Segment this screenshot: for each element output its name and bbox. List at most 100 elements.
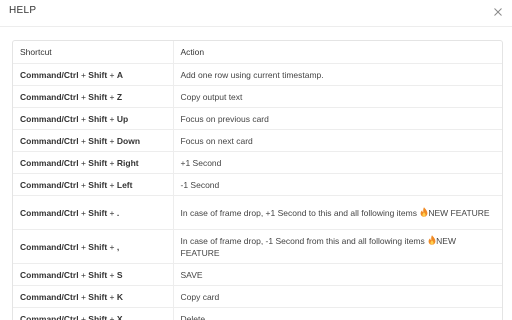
key-separator: + xyxy=(80,157,86,168)
action-cell: SAVE xyxy=(173,263,502,286)
shortcut-key: A xyxy=(116,69,124,80)
shortcut-cell: Command/Ctrl + Shift + K xyxy=(13,285,174,308)
shortcut-key: Shift xyxy=(88,135,108,146)
shortcut-cell: Command/Ctrl + Shift + S xyxy=(13,263,174,286)
key-separator: + xyxy=(80,91,86,102)
shortcut-key: Command/Ctrl xyxy=(20,291,79,302)
action-cell: Copy card xyxy=(173,285,502,308)
shortcut-key: Down xyxy=(116,135,141,146)
table-body: Command/Ctrl + Shift + A Add one row usin… xyxy=(13,63,502,320)
action-text: Focus on previous card xyxy=(180,113,269,124)
key-separator: + xyxy=(80,207,86,218)
shortcut-key: Z xyxy=(116,91,123,102)
table-row: Command/Ctrl + Shift + . In case of frame… xyxy=(13,195,502,230)
key-separator: + xyxy=(80,179,86,190)
shortcut-cell: Command/Ctrl + Shift + Right xyxy=(13,151,174,174)
key-separator: + xyxy=(109,69,115,80)
action-text: In case of frame drop, +1 Second to this… xyxy=(180,207,417,218)
action-cell: Focus on next card xyxy=(173,129,502,152)
table-header-row: Shortcut Action xyxy=(13,41,502,64)
table-row: Command/Ctrl + Shift + X Delete xyxy=(13,307,502,320)
action-cell: Focus on previous card xyxy=(173,107,502,130)
shortcuts-table-container: Shortcut Action Command/Ctrl + Shift + A… xyxy=(12,40,503,320)
shortcut-key: Command/Ctrl xyxy=(20,207,79,218)
key-separator: + xyxy=(80,135,86,146)
dialog-title: HELP xyxy=(9,5,37,16)
action-cell: Copy output text xyxy=(173,85,502,108)
shortcut-key: Shift xyxy=(88,291,108,302)
shortcut-key: K xyxy=(116,291,124,302)
key-separator: + xyxy=(109,241,115,252)
shortcut-key: Shift xyxy=(88,179,108,190)
key-separator: + xyxy=(109,291,115,302)
shortcut-cell: Command/Ctrl + Shift + Z xyxy=(13,85,174,108)
key-separator: + xyxy=(80,69,86,80)
shortcut-cell: Command/Ctrl + Shift + Up xyxy=(13,107,174,130)
shortcut-key: Command/Ctrl xyxy=(20,313,79,320)
key-separator: + xyxy=(109,91,115,102)
fire-icon xyxy=(428,234,436,245)
key-separator: + xyxy=(80,113,86,124)
shortcut-cell: Command/Ctrl + Shift + A xyxy=(13,63,174,86)
shortcut-cell: Command/Ctrl + Shift + Down xyxy=(13,129,174,152)
shortcut-key: X xyxy=(116,313,123,320)
shortcut-key: Command/Ctrl xyxy=(20,241,79,252)
action-text: SAVE xyxy=(180,269,203,280)
shortcut-key: Shift xyxy=(88,241,108,252)
close-icon[interactable] xyxy=(492,6,504,18)
action-cell: Add one row using current timestamp. xyxy=(173,63,502,86)
shortcut-key: Right xyxy=(116,157,139,168)
key-separator: + xyxy=(80,291,86,302)
action-text: Add one row using current timestamp. xyxy=(180,69,324,80)
key-separator: + xyxy=(80,241,86,252)
action-text: Focus on next card xyxy=(180,135,253,146)
key-separator: + xyxy=(109,135,115,146)
shortcuts-table: Shortcut Action Command/Ctrl + Shift + A… xyxy=(13,41,502,320)
table-row: Command/Ctrl + Shift + Up Focus on previo… xyxy=(13,107,502,130)
action-cell: In case of frame drop, +1 Second to this… xyxy=(173,195,502,230)
table-row: Command/Ctrl + Shift + A Add one row usin… xyxy=(13,63,502,86)
action-text: Copy card xyxy=(180,291,220,302)
dialog-header: HELP xyxy=(0,0,512,27)
action-text: +1 Second xyxy=(180,157,222,168)
action-cell: +1 Second xyxy=(173,151,502,174)
shortcut-key: Shift xyxy=(88,207,108,218)
action-cell: In case of frame drop, -1 Second from th… xyxy=(173,229,502,264)
shortcut-key: Up xyxy=(116,113,129,124)
key-separator: + xyxy=(109,179,115,190)
shortcut-key: Command/Ctrl xyxy=(20,113,79,124)
shortcut-key: Shift xyxy=(88,113,108,124)
key-separator: + xyxy=(109,157,115,168)
shortcut-cell: Command/Ctrl + Shift + Left xyxy=(13,173,174,196)
action-text: -1 Second xyxy=(180,179,220,190)
shortcut-cell: Command/Ctrl + Shift + X xyxy=(13,307,174,320)
shortcut-key: Command/Ctrl xyxy=(20,157,79,168)
action-cell: Delete xyxy=(173,307,502,320)
shortcut-key: Command/Ctrl xyxy=(20,91,79,102)
table-row: Command/Ctrl + Shift + Down Focus on next… xyxy=(13,129,502,152)
shortcut-cell: Command/Ctrl + Shift + , xyxy=(13,229,174,264)
table-row: Command/Ctrl + Shift + K Copy card xyxy=(13,285,502,308)
shortcut-key: Command/Ctrl xyxy=(20,135,79,146)
new-feature-badge: NEW FEATURE xyxy=(428,207,490,218)
table-row: Command/Ctrl + Shift + Z Copy output text xyxy=(13,85,502,108)
shortcut-key: Command/Ctrl xyxy=(20,69,79,80)
shortcut-key: Shift xyxy=(88,69,108,80)
table-row: Command/Ctrl + Shift + , In case of frame… xyxy=(13,229,502,264)
key-separator: + xyxy=(109,269,115,280)
key-separator: + xyxy=(109,113,115,124)
action-text: Copy output text xyxy=(180,91,243,102)
key-separator: + xyxy=(109,313,115,320)
key-separator: + xyxy=(80,269,86,280)
key-separator: + xyxy=(109,207,115,218)
shortcut-key: Shift xyxy=(88,91,108,102)
shortcut-key: . xyxy=(116,207,120,218)
shortcut-key: Left xyxy=(116,179,133,190)
shortcut-cell: Command/Ctrl + Shift + . xyxy=(13,195,174,230)
shortcut-key: Shift xyxy=(88,269,108,280)
shortcut-key: , xyxy=(116,241,120,252)
action-text: Delete xyxy=(180,313,206,320)
key-separator: + xyxy=(80,313,86,320)
column-header-action: Action xyxy=(173,41,502,64)
table-row: Command/Ctrl + Shift + Left -1 Second xyxy=(13,173,502,196)
